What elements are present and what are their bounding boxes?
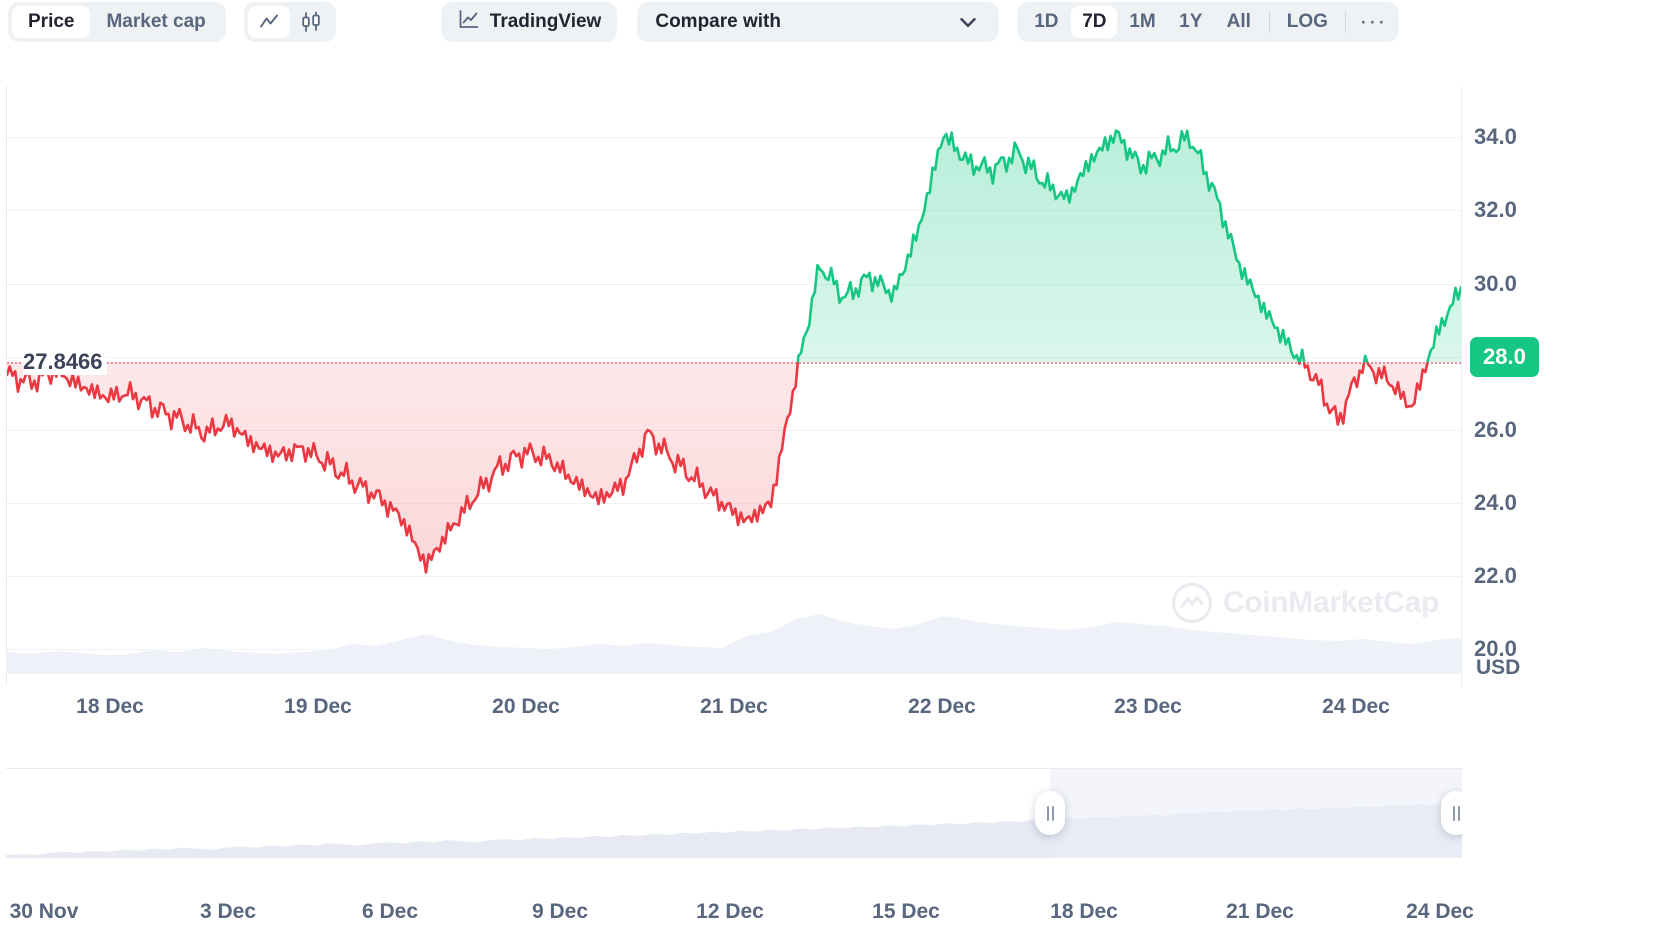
navigator-selection[interactable]: [1050, 769, 1462, 857]
x-axis-tick: 22 Dec: [908, 695, 976, 718]
tradingview-icon: [457, 7, 481, 37]
y-axis-tick: 30.0: [1474, 270, 1517, 296]
toolbar-divider-2: [1344, 11, 1346, 33]
candlestick-chart-icon[interactable]: [290, 6, 332, 38]
range-button-1y[interactable]: 1Y: [1168, 6, 1214, 38]
navigator-x-axis-tick: 21 Dec: [1226, 900, 1294, 923]
x-axis-tick: 21 Dec: [700, 695, 768, 718]
y-axis: 34.032.030.028.026.024.022.020.0 28.0 US…: [1470, 86, 1680, 686]
navigator-x-axis: 30 Nov 3 Dec 6 Dec 9 Dec 12 Dec 15 Dec 18 Dec 2…: [0, 900, 1680, 944]
grip-icon: [1046, 805, 1054, 821]
navigator-x-axis-tick: 12 Dec: [696, 900, 764, 923]
price-series-svg: [7, 129, 1461, 674]
range-button-1m[interactable]: 1M: [1119, 6, 1165, 38]
navigator-x-axis-tick: 9 Dec: [531, 900, 589, 923]
x-axis-tick: 18 Dec: [76, 695, 144, 718]
x-axis: 18 Dec 19 Dec 20 Dec 21 Dec 22 Dec 23 Dec 24 D…: [0, 695, 1680, 745]
range-button-1d[interactable]: 1D: [1023, 6, 1069, 38]
toolbar-divider-1: [1268, 11, 1270, 33]
x-axis-tick: 19 Dec: [284, 695, 352, 718]
y-axis-tick: 26.0: [1474, 416, 1517, 442]
navigator-left-handle[interactable]: [1035, 791, 1065, 835]
time-range-group: 1D 7D 1M 1Y All LOG ···: [1017, 2, 1399, 42]
reference-price-line: [7, 362, 1461, 365]
range-button-7d[interactable]: 7D: [1071, 6, 1118, 38]
navigator-x-axis-tick: 6 Dec: [361, 900, 419, 923]
navigator-x-axis-tick: 18 Dec: [1050, 900, 1118, 923]
main-chart-area: 27.8466 CoinMarketCap 34.0 32.0 30.0 28.0 26…: [0, 86, 1680, 686]
tradingview-button[interactable]: TradingView: [440, 2, 618, 42]
more-options-icon[interactable]: ···: [1353, 6, 1393, 38]
x-axis-tick: 24 Dec: [1322, 695, 1390, 718]
chart-type-group: [243, 2, 336, 42]
navigator-x-axis-tick: 15 Dec: [872, 900, 940, 923]
grip-icon: [1452, 805, 1460, 821]
x-axis-tick: 20 Dec: [492, 695, 560, 718]
navigator-x-axis-tick: 30 Nov: [9, 900, 79, 923]
compare-with-dropdown[interactable]: Compare with: [637, 2, 1000, 42]
navigator-right-handle[interactable]: [1441, 791, 1462, 835]
plot-area[interactable]: 27.8466 CoinMarketCap: [6, 86, 1462, 686]
tab-market-cap[interactable]: Market cap: [90, 6, 221, 38]
x-axis-tick: 23 Dec: [1114, 695, 1182, 718]
currency-label: USD: [1476, 656, 1521, 679]
chevron-down-icon: [955, 9, 981, 35]
tradingview-label: TradingView: [489, 11, 602, 32]
navigator-x-axis-tick: 3 Dec: [199, 900, 257, 923]
y-axis-tick: 34.0: [1474, 124, 1517, 150]
reference-price-label: 27.8466: [23, 349, 107, 376]
line-chart-icon[interactable]: [247, 6, 290, 38]
range-navigator[interactable]: [6, 768, 1462, 858]
compare-with-label: Compare with: [655, 11, 781, 32]
volume-bars: [7, 614, 1461, 674]
range-button-all[interactable]: All: [1216, 6, 1262, 38]
metric-toggle-group: Price Market cap: [8, 2, 226, 42]
y-axis-tick: 22.0: [1474, 563, 1517, 589]
chart-toolbar: Price Market cap TradingView Compare wit…: [0, 0, 1680, 44]
cryptocurrency-price-chart-widget: Price Market cap TradingView Compare wit…: [0, 0, 1680, 944]
y-axis-tick: 24.0: [1474, 490, 1517, 516]
tab-price[interactable]: Price: [12, 6, 91, 38]
y-axis-tick: 32.0: [1474, 197, 1517, 223]
current-price-badge: 28.0: [1470, 336, 1539, 377]
log-scale-button[interactable]: LOG: [1277, 6, 1338, 38]
navigator-x-axis-tick: 24 Dec: [1406, 900, 1474, 923]
